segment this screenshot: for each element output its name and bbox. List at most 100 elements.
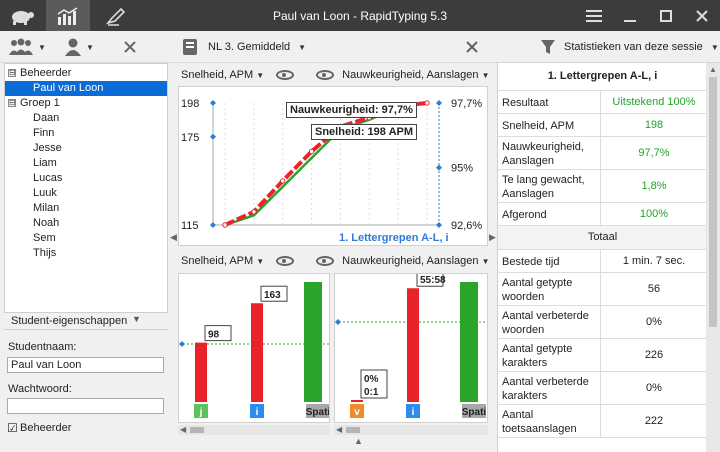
password-label: Wachtwoord: (8, 383, 72, 395)
speed-callout: Snelheid: 198 APM (311, 124, 418, 140)
turtle-logo-icon[interactable] (0, 0, 44, 31)
totals-header: Totaal (498, 226, 706, 250)
tree-item[interactable]: Noah (5, 216, 167, 231)
stats-filter-menu[interactable]: Statistieken van deze sessie ▼ (540, 37, 719, 57)
collapse-right-icon[interactable]: ▶ (489, 232, 496, 243)
right-metric-selector[interactable]: Nauwkeurigheid, Aanslagen ▼ (342, 255, 489, 267)
student-properties: Student-eigenschappen ▼ Studentnaam: Pau… (0, 313, 172, 452)
stats-row-value: 97,7% (600, 137, 706, 169)
series-line-accuracy (224, 101, 428, 227)
tree-item[interactable]: Thijs (5, 246, 167, 261)
stats-row: Snelheid, APM 198 (498, 114, 706, 137)
lesson-selector[interactable]: NL 3. Gemiddeld ▼ (182, 37, 306, 57)
y-tick-marker (436, 164, 442, 171)
tree-item[interactable]: Sem (5, 231, 167, 246)
close-window-icon[interactable] (684, 0, 720, 31)
student-name-field[interactable]: Paul van Loon (7, 357, 164, 373)
scroll-thumb[interactable] (346, 427, 360, 433)
filter-icon (541, 40, 555, 54)
horizontal-scrollbar[interactable]: ◀ (178, 425, 330, 435)
y-tick-label-left: 175 (181, 132, 199, 144)
stats-row-label: Resultaat (502, 96, 549, 109)
statistics-table: 1. Lettergrepen A-L, i Resultaat Uitsteke… (497, 63, 706, 452)
scroll-thumb[interactable] (190, 427, 204, 433)
scroll-left-icon[interactable]: ◀ (336, 425, 342, 434)
group-menu-button[interactable]: ▼ (8, 37, 46, 57)
maximize-icon[interactable] (648, 0, 684, 31)
scroll-left-icon[interactable]: ◀ (180, 425, 186, 434)
stats-row-value: 1,8% (600, 170, 706, 202)
minimize-icon[interactable] (612, 0, 648, 31)
expander-icon[interactable]: ⊟ (8, 69, 16, 77)
tree-item[interactable]: Lucas (5, 171, 167, 186)
editor-pen-icon[interactable] (94, 0, 138, 31)
tree-group-label: Beheerder (20, 67, 72, 79)
tree-item-label: Noah (33, 217, 60, 229)
eye-icon[interactable] (316, 256, 335, 266)
chevron-down-icon: ▼ (86, 42, 94, 52)
left-metric-selector[interactable]: Snelheid, APM ▼ (181, 255, 264, 267)
stats-row-value: 100% (600, 203, 706, 225)
properties-header[interactable]: Student-eigenschappen ▼ (4, 313, 168, 330)
stats-row-value: 0% (600, 306, 706, 338)
data-label: 98 (208, 330, 220, 341)
stats-row-label: Aantal getypte woorden (502, 276, 573, 303)
tree-item[interactable]: Daan (5, 111, 167, 126)
stats-row-value: 226 (600, 339, 706, 371)
category-label: i (256, 407, 259, 418)
collapse-left-icon[interactable]: ◀ (170, 232, 177, 243)
expand-up-icon[interactable]: ▲ (354, 436, 363, 446)
horizontal-scrollbar[interactable]: ◀ (334, 425, 488, 435)
admin-checkbox[interactable]: ☑ (7, 421, 18, 435)
expander-icon[interactable]: ⊟ (8, 99, 16, 107)
password-field[interactable] (7, 398, 164, 414)
stats-row: Aantal verbeterde woorden 0% (498, 306, 706, 339)
user-icon (65, 38, 81, 56)
stats-filter-label: Statistieken van deze sessie (564, 41, 703, 53)
tree-item[interactable]: Milan (5, 201, 167, 216)
properties-title: Student-eigenschappen (11, 315, 128, 327)
group-icon (9, 38, 33, 55)
accuracy-bar-chart: v0%0:1i94,8%55:58Spati (334, 257, 488, 423)
tree-item[interactable]: Finn (5, 126, 167, 141)
delete-user-button[interactable] (124, 37, 136, 57)
eye-icon[interactable] (316, 70, 335, 80)
tree-item[interactable]: Jesse (5, 141, 167, 156)
data-point-speed (222, 222, 228, 228)
eye-icon[interactable] (276, 256, 295, 266)
stats-row: Te lang gewacht, Aanslagen 1,8% (498, 170, 706, 203)
tree-item[interactable]: Liam (5, 156, 167, 171)
reference-marker (335, 319, 341, 325)
user-menu-button[interactable]: ▼ (64, 37, 94, 57)
scroll-up-icon[interactable]: ▲ (709, 65, 717, 74)
close-lesson-button[interactable] (466, 37, 478, 57)
stats-row-label: Aantal verbeterde karakters (502, 375, 589, 402)
chevron-down-icon: ▼ (710, 42, 719, 52)
tree-group-groep-1[interactable]: ⊟ Groep 1 (5, 96, 167, 111)
tree-item-label: Thijs (33, 247, 57, 259)
vertical-scrollbar[interactable]: ▲ (706, 63, 720, 452)
chevron-down-icon: ▼ (256, 71, 265, 80)
statistics-icon[interactable] (46, 0, 90, 31)
stats-row: Aantal getypte woorden 56 (498, 273, 706, 306)
stats-row: Bestede tijd 1 min. 7 sec. (498, 250, 706, 273)
speed-bar-chart: j 98 i 163 Spati (178, 273, 330, 423)
eye-icon[interactable] (276, 70, 295, 80)
chevron-down-icon: ▼ (132, 314, 141, 324)
stats-title: 1. Lettergrepen A-L, i (547, 70, 658, 82)
stats-row-value: 222 (600, 405, 706, 437)
category-label: i (412, 407, 415, 418)
right-metric-selector[interactable]: Nauwkeurigheid, Aanslagen ▼ (342, 69, 489, 81)
close-icon (466, 41, 478, 53)
scroll-thumb[interactable] (709, 77, 717, 327)
stats-row-value: 198 (600, 114, 706, 136)
tree-group-beheerder[interactable]: ⊟ Beheerder (5, 66, 167, 81)
tree-item-paul-van-loon[interactable]: Paul van Loon (5, 81, 167, 96)
hamburger-menu-icon[interactable] (576, 0, 612, 31)
tree-item[interactable]: Luuk (5, 186, 167, 201)
tree-item-label: Liam (33, 157, 57, 169)
main-toolbar: ▼ ▼ NL 3. Gemiddeld ▼ Statistieken van d… (0, 31, 720, 63)
left-metric-selector[interactable]: Snelheid, APM ▼ (181, 69, 264, 81)
stats-row-value: 0% (600, 372, 706, 404)
reference-marker (179, 341, 185, 347)
